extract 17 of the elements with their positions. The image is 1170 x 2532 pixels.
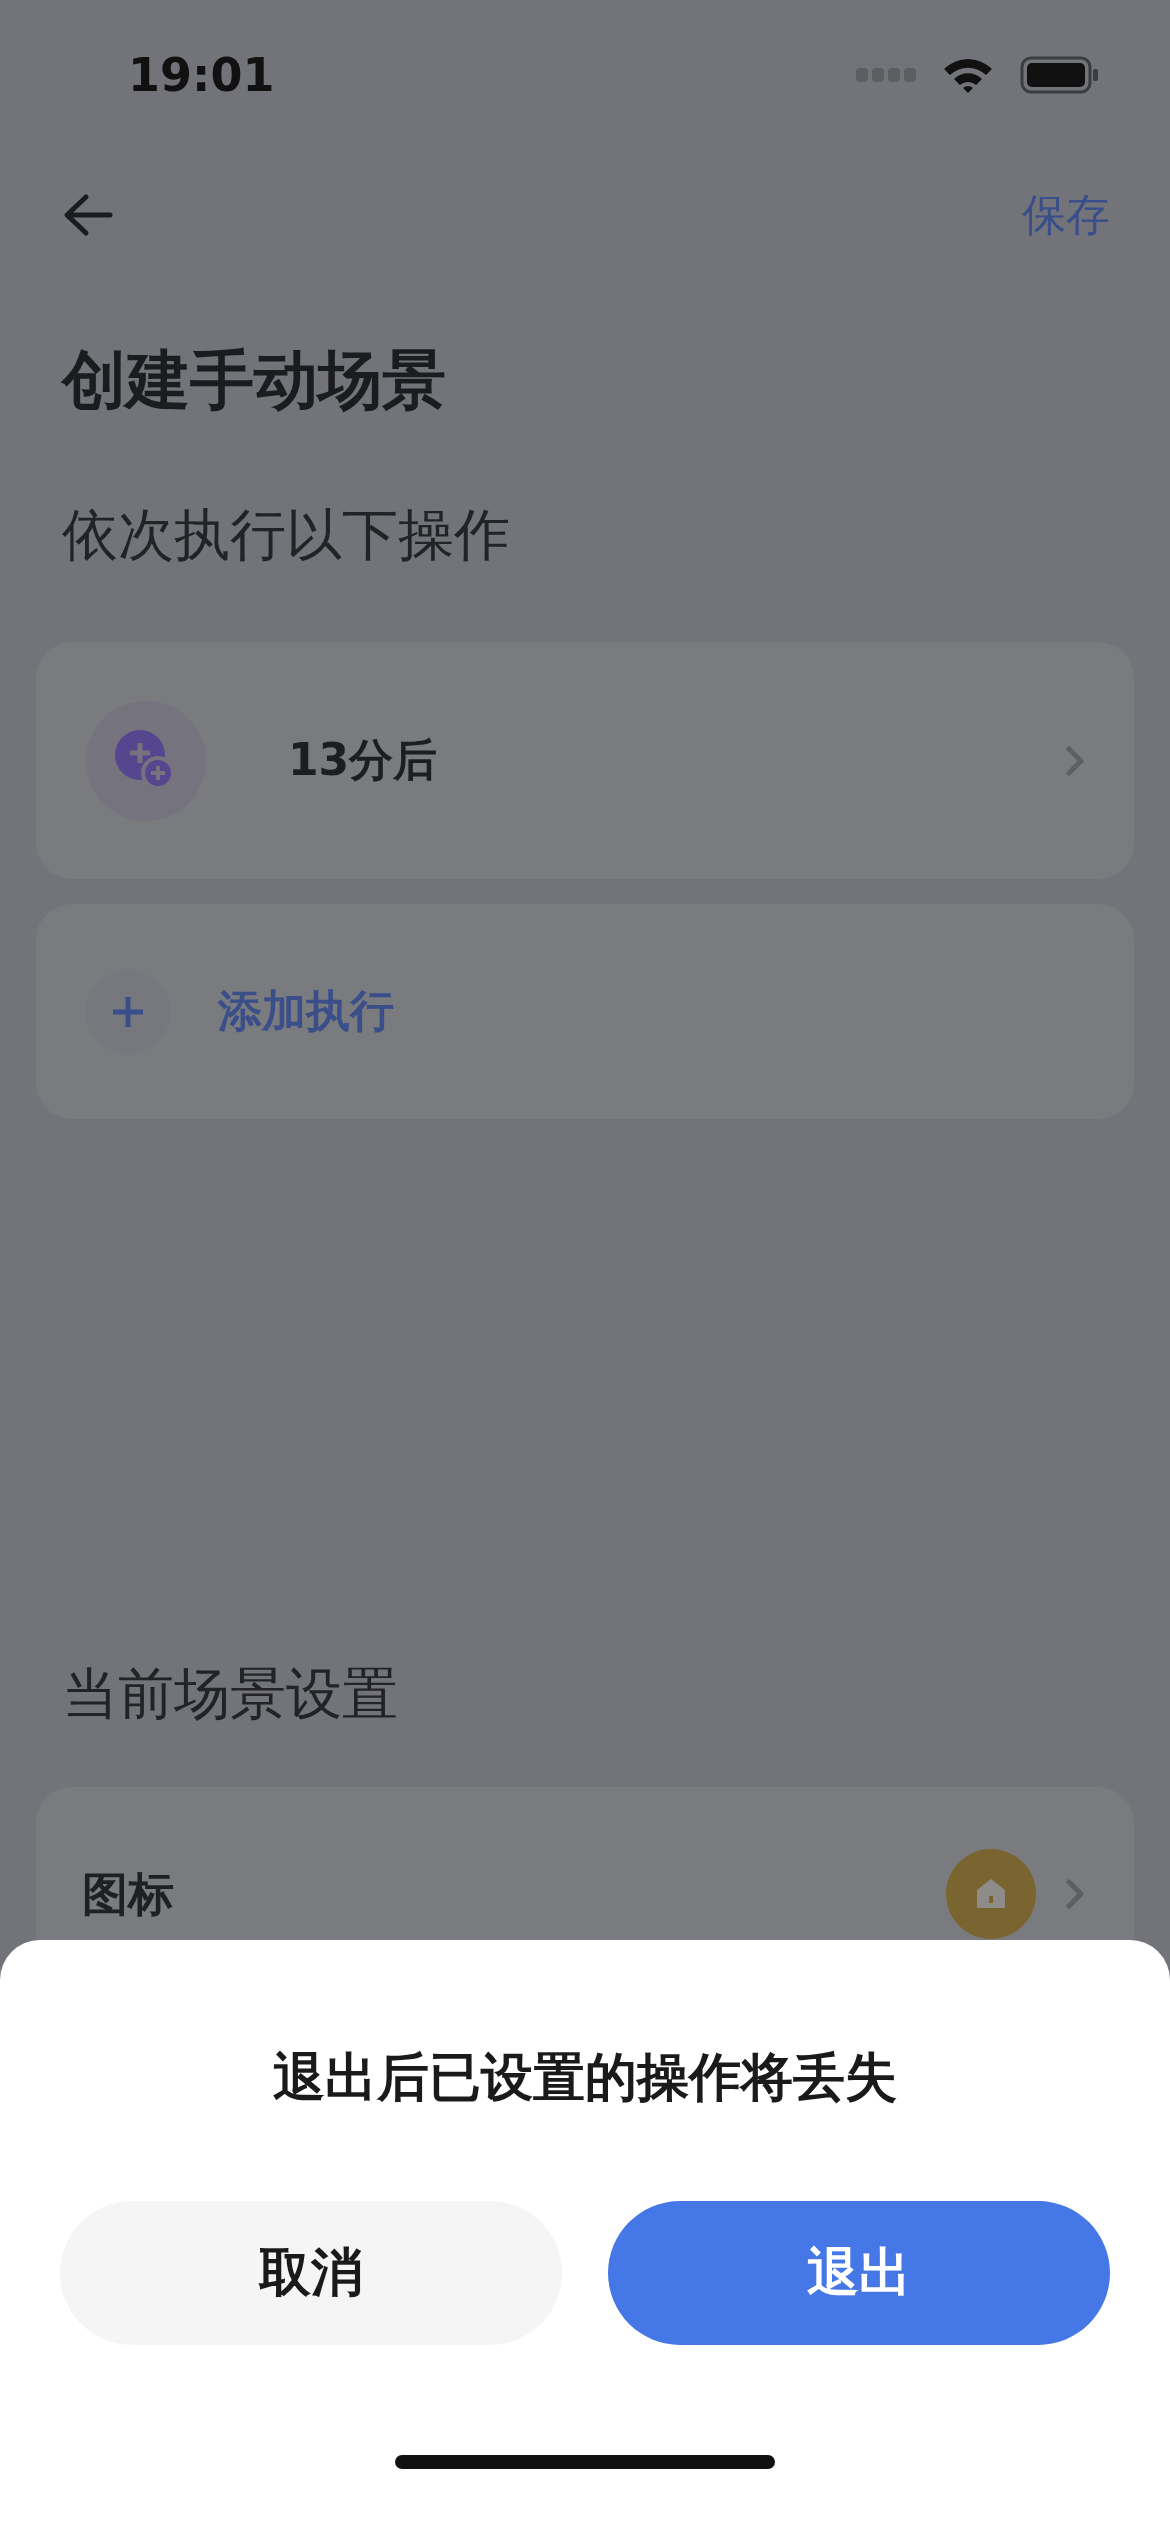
cancel-button[interactable]: 取消 (60, 2201, 562, 2345)
setting-label: 图标 (82, 1866, 175, 1923)
action-label: 13分后 (288, 733, 439, 787)
status-time: 19:01 (128, 48, 275, 102)
page-title: 创建手动场景 (62, 342, 447, 419)
dialog-message: 退出后已设置的操作将丢失 (273, 2046, 897, 2109)
action-card[interactable]: 13分后 (36, 642, 1134, 879)
back-icon[interactable] (62, 193, 114, 237)
chevron-right-icon (1066, 1879, 1084, 1909)
section-heading: 依次执行以下操作 (62, 501, 511, 569)
battery-icon (1020, 56, 1100, 94)
wifi-icon (942, 56, 994, 94)
section-heading: 当前场景设置 (62, 1660, 399, 1728)
chevron-right-icon (1066, 745, 1084, 776)
exit-button[interactable]: 退出 (608, 2201, 1110, 2345)
add-action-label: 添加执行 (218, 984, 395, 1038)
setting-row[interactable]: 图标 (36, 1787, 1134, 1940)
